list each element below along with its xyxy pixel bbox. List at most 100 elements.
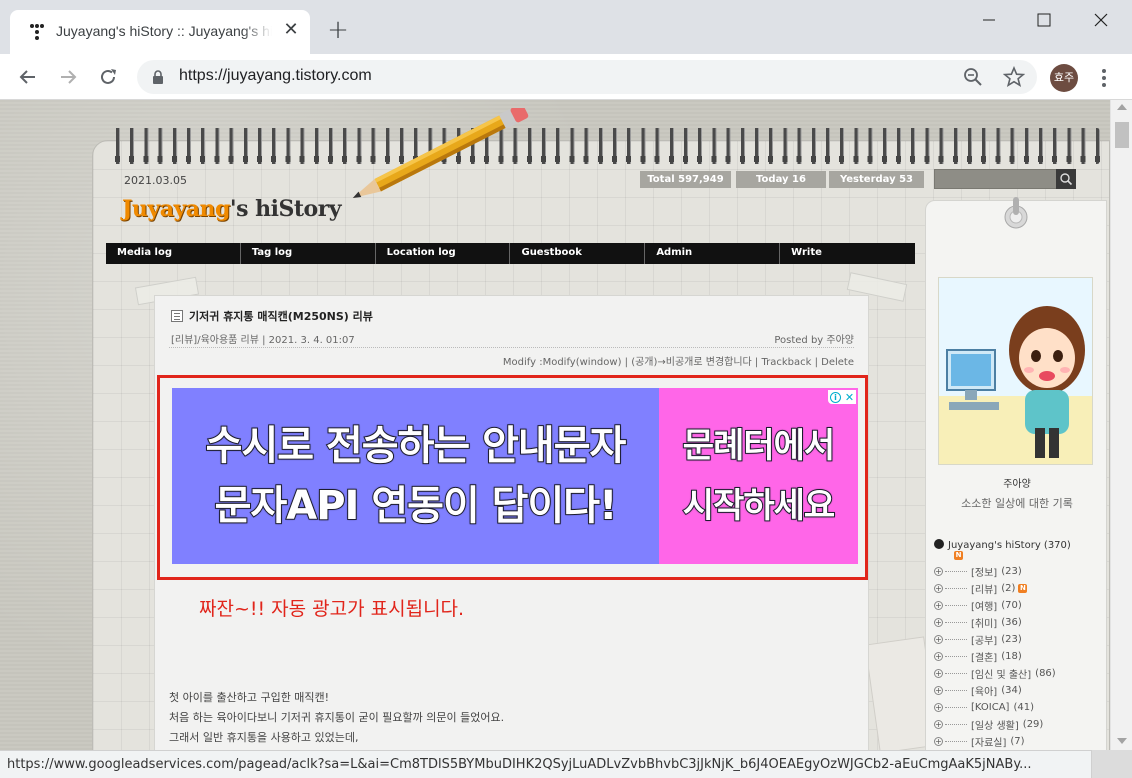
category-count: (41) (1013, 702, 1034, 713)
category-root[interactable]: Juyayang's hiStory (370) (934, 539, 1071, 551)
stat-today: Today 16 (736, 171, 826, 188)
logo-rest: 's hiStory (229, 196, 342, 222)
category-item[interactable]: + [KOICA] (41) (934, 699, 1059, 716)
expand-plus-icon[interactable]: + (934, 720, 943, 729)
blog-logo[interactable]: Juyayang's hiStory (122, 196, 342, 222)
scroll-thumb[interactable] (1115, 122, 1129, 148)
profile-name: 주아양 (1003, 479, 1031, 490)
status-corner (1092, 750, 1132, 778)
stat-yesterday: Yesterday 53 (829, 171, 924, 188)
tree-connector (945, 656, 967, 657)
ad-info-icon[interactable]: i (829, 391, 841, 403)
kebab-menu-icon[interactable] (1094, 66, 1114, 90)
category-item[interactable]: + [공부] (23) (934, 631, 1059, 648)
tab-close-icon[interactable]: ✕ (282, 21, 300, 39)
url-text: https://juyayang.tistory.com (179, 67, 372, 84)
category-item[interactable]: + [결혼] (18) (934, 648, 1059, 665)
expand-plus-icon[interactable]: + (934, 669, 943, 678)
category-count: (34) (1001, 685, 1022, 696)
expand-plus-icon[interactable]: + (934, 737, 943, 746)
category-item[interactable]: + [임신 및 출산] (86) (934, 665, 1059, 682)
category-item[interactable]: + [여행] (70) (934, 597, 1059, 614)
blog-date: 2021.03.05 (124, 174, 187, 187)
ad-highlight-box: 수시로 전송하는 안내문자 문자API 연동이 답이다! 문례터에서 시작하세요… (157, 375, 868, 580)
body-line: 그래서 일반 휴지통을 사용하고 있었는데, (169, 731, 359, 744)
tree-connector (945, 622, 967, 623)
nav-admin[interactable]: Admin (645, 243, 781, 264)
scroll-down-arrow-icon[interactable] (1117, 738, 1127, 744)
ad-close-icon[interactable]: ✕ (845, 392, 854, 403)
category-label: [임신 및 출산] (971, 670, 1032, 681)
ad-choices[interactable]: i ✕ (828, 390, 856, 404)
maximize-window-icon[interactable] (1021, 6, 1067, 34)
body-line: 처음 하는 육아이다보니 기저귀 휴지통이 굳이 필요할까 의문이 들었어요. (169, 711, 505, 724)
ad-banner[interactable]: 수시로 전송하는 안내문자 문자API 연동이 답이다! 문례터에서 시작하세요… (172, 388, 858, 564)
category-label: [정보] (971, 568, 998, 579)
category-count: (23) (1001, 566, 1022, 577)
expand-plus-icon[interactable]: + (934, 601, 943, 610)
expand-plus-icon[interactable]: + (934, 567, 943, 576)
ad-right-panel[interactable]: 문례터에서 시작하세요 (659, 388, 858, 564)
zoom-icon[interactable] (963, 67, 983, 87)
close-window-icon[interactable] (1078, 6, 1124, 34)
browser-toolbar: https://juyayang.tistory.com 효주 (0, 54, 1132, 100)
annotation-text: 짜잔~!! 자동 광고가 표시됩니다. (199, 598, 465, 620)
sidebar: 주아양 소소한 일상에 대한 기록 Juyayang's hiStory (37… (925, 197, 1107, 750)
category-root-icon (934, 539, 944, 549)
ad-left-line-2: 문자API 연동이 답이다! (214, 482, 619, 530)
category-item[interactable]: + [정보] (23) (934, 563, 1059, 580)
nav-write[interactable]: Write (780, 243, 915, 264)
tistory-favicon-icon (30, 24, 44, 40)
post-meta[interactable]: [리뷰]/육아용품 리뷰 | 2021. 3. 4. 01:07 (171, 331, 355, 346)
page-scrollbar[interactable] (1110, 100, 1132, 750)
pencil-decoration-icon (352, 108, 529, 198)
bookmark-star-icon[interactable] (1003, 66, 1025, 88)
expand-plus-icon[interactable]: + (934, 703, 943, 712)
category-item[interactable]: + [육아] (34) (934, 682, 1059, 699)
expand-plus-icon[interactable]: + (934, 584, 943, 593)
tab-strip: Juyayang's hiStory :: Juyayang's hiStory… (0, 0, 1132, 54)
blog-search-input[interactable] (934, 169, 1076, 189)
category-item[interactable]: + [자료실] (7) (934, 733, 1059, 750)
category-item[interactable]: + [리뷰] (2) N (934, 580, 1059, 597)
nav-guestbook[interactable]: Guestbook (510, 243, 646, 264)
minimize-window-icon[interactable] (966, 6, 1012, 34)
category-count: (70) (1001, 600, 1022, 611)
expand-plus-icon[interactable]: + (934, 652, 943, 661)
category-count: (2) (1001, 583, 1016, 594)
address-bar[interactable]: https://juyayang.tistory.com (137, 60, 1037, 94)
post-actions[interactable]: Modify :Modify(window) | (공개)→비공개로 변경합니다… (503, 353, 854, 368)
category-item[interactable]: + [일상 생활] (29) (934, 716, 1059, 733)
new-badge-icon: N (1018, 584, 1028, 593)
expand-plus-icon[interactable]: + (934, 635, 943, 644)
profile-avatar[interactable]: 효주 (1050, 64, 1078, 92)
search-icon[interactable] (1056, 169, 1076, 189)
nav-tag-log[interactable]: Tag log (241, 243, 376, 264)
category-item[interactable]: + [취미] (36) (934, 614, 1059, 631)
expand-plus-icon[interactable]: + (934, 686, 943, 695)
nav-media-log[interactable]: Media log (106, 243, 241, 264)
lock-icon (153, 70, 163, 84)
expand-plus-icon[interactable]: + (934, 618, 943, 627)
reload-icon[interactable] (95, 64, 121, 90)
tree-connector (945, 741, 967, 742)
notebook-spiral-holes (110, 156, 1100, 162)
tree-connector (945, 707, 967, 708)
ad-left-panel[interactable]: 수시로 전송하는 안내문자 문자API 연동이 답이다! (172, 388, 659, 564)
nav-location-log[interactable]: Location log (376, 243, 511, 264)
back-icon[interactable] (15, 64, 41, 90)
new-tab-button[interactable]: + (326, 17, 350, 43)
category-label: [자료실] (971, 738, 1007, 749)
clip-icon (1004, 197, 1028, 229)
forward-icon[interactable] (55, 64, 81, 90)
category-count: (36) (1001, 617, 1022, 628)
tree-connector (945, 571, 967, 572)
post-title[interactable]: 기저귀 휴지통 매직캔(M250NS) 리뷰 (189, 308, 373, 324)
scroll-up-arrow-icon[interactable] (1117, 104, 1127, 110)
category-label: [리뷰] (971, 585, 998, 596)
browser-tab-active[interactable]: Juyayang's hiStory :: Juyayang's hiStory… (10, 10, 310, 54)
tab-title: Juyayang's hiStory :: Juyayang's hiStory (56, 23, 272, 39)
category-count: (29) (1022, 719, 1044, 730)
category-count: (18) (1001, 651, 1022, 662)
new-badge-icon: N (954, 551, 963, 560)
